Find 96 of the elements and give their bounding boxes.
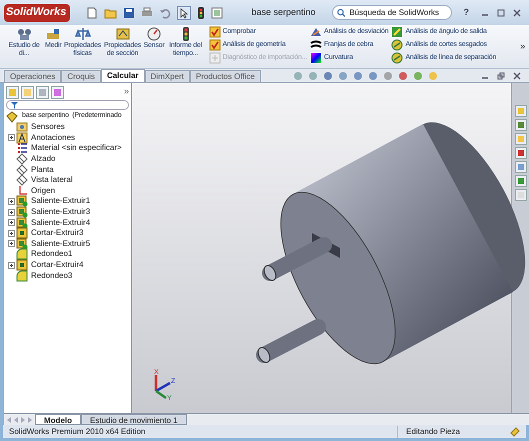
new-document-icon[interactable] [86,6,98,18]
scale-icon [74,26,91,42]
undo-icon[interactable] [159,6,172,18]
expand-icon[interactable] [8,198,14,205]
logo-text: SolidWorks [6,5,66,20]
document-title: base serpentino [251,6,316,19]
restore-icon[interactable] [497,72,505,80]
part-icon [6,110,18,122]
task-pane-icon[interactable] [514,161,526,173]
tree-item[interactable]: Cortar-Extruir4 [4,260,131,270]
traffic-light-icon[interactable] [197,6,206,18]
plane-icon [16,153,28,166]
panel-tab-icon[interactable] [36,86,49,98]
tree-item[interactable]: Saliente-Extruir3 [4,206,131,218]
model-tab[interactable]: Modelo [35,414,81,425]
task-pane-icon[interactable] [514,147,526,159]
task-pane-icon[interactable] [514,105,526,117]
expand-icon[interactable] [8,208,14,216]
command-tab[interactable]: DimXpert [144,70,190,82]
tree-item[interactable]: Material <sin especificar> [4,143,131,154]
options-list-icon[interactable] [211,6,224,18]
expand-icon[interactable] [8,230,14,237]
save-icon[interactable] [123,6,136,18]
tree-item[interactable]: Saliente-Extruir5 [4,238,131,250]
tree-item[interactable]: Saliente-Extruir1 [4,196,131,207]
search-field[interactable]: Búsqueda de SolidWorks [332,5,452,20]
checkmark-icon [208,39,220,51]
expand-icon[interactable] [8,240,14,248]
cut-icon [16,259,28,272]
maximize-icon[interactable] [497,8,505,16]
view-tool-icon[interactable] [368,70,378,80]
panel-more-button[interactable]: » [124,85,129,99]
rainbow-icon [310,52,322,64]
open-folder-icon[interactable] [104,6,118,18]
tree-item[interactable]: Alzado [4,154,131,164]
checkmark-icon [208,26,220,38]
view-tool-icon[interactable] [352,70,363,80]
filter-field[interactable] [6,100,129,110]
task-pane-icon[interactable] [514,189,526,201]
task-pane-icon[interactable] [514,119,526,131]
more-commands-button[interactable]: » [520,40,525,54]
tree-item[interactable]: Redondeo3 [4,270,131,281]
expand-icon[interactable] [8,219,14,226]
task-pane-icon[interactable] [514,133,526,145]
app-logo[interactable]: SolidWorks [4,4,70,22]
measure-icon [45,26,62,42]
edit-mode: Editando Pieza [397,426,460,438]
command-tab[interactable]: Productos Office [190,70,261,82]
view-tool-icon[interactable] [338,70,348,80]
view-tool-icon[interactable] [412,70,423,80]
command-tab[interactable]: Croquis [61,70,101,82]
tree-item[interactable]: Anotaciones [4,132,131,144]
view-tool-icon[interactable] [308,70,318,80]
view-tool-icon[interactable] [292,70,303,80]
close-icon[interactable] [513,72,521,80]
plus-icon [208,52,220,64]
gauge-icon [146,26,162,42]
view-tool-icon[interactable] [322,70,333,80]
tree-item[interactable]: Sensores [4,122,131,133]
panel-tab-icon[interactable] [6,86,19,98]
tree-item[interactable]: Planta [4,164,131,175]
help-button[interactable]: ? [464,6,469,20]
command-tab[interactable]: Calcular [100,69,145,82]
view-tool-icon[interactable] [382,70,393,80]
boss-icon [16,195,28,208]
printer-icon[interactable] [141,6,154,18]
fillet-icon [16,270,28,282]
tree-item[interactable]: Cortar-Extruir3 [4,228,131,239]
model-tab[interactable]: Estudio de movimiento 1 [81,414,187,425]
tree-item[interactable]: Redondeo1 [4,249,131,260]
panel-tab-icon[interactable] [21,86,34,98]
panel-tab-icon[interactable] [51,86,64,98]
plane-icon [16,164,28,176]
command-tab[interactable]: Operaciones [4,70,62,82]
fillet-icon [16,248,28,260]
filter-icon [11,102,18,108]
plane-icon [16,174,28,186]
expand-icon[interactable] [8,262,14,269]
sensor-icon [16,121,28,134]
select-pointer-icon[interactable] [177,6,192,20]
material-icon [16,142,28,154]
close-icon[interactable] [513,8,521,16]
task-pane-icon[interactable] [514,175,526,187]
product-edition: SolidWorks Premium 2010 x64 Edition [9,426,146,438]
annotation-icon [16,132,28,144]
expand-icon[interactable] [8,134,14,142]
search-icon [336,8,346,18]
tree-item[interactable]: Vista lateral [4,174,131,186]
tree-item[interactable]: Saliente-Extruir4 [4,217,131,228]
boss-icon [16,216,28,229]
cut-icon [16,227,28,240]
boss-icon [16,206,28,218]
zebra-icon [310,39,322,51]
view-tool-icon[interactable] [398,70,408,80]
boss-icon [16,238,28,250]
tree-item[interactable]: Origen [4,186,131,196]
